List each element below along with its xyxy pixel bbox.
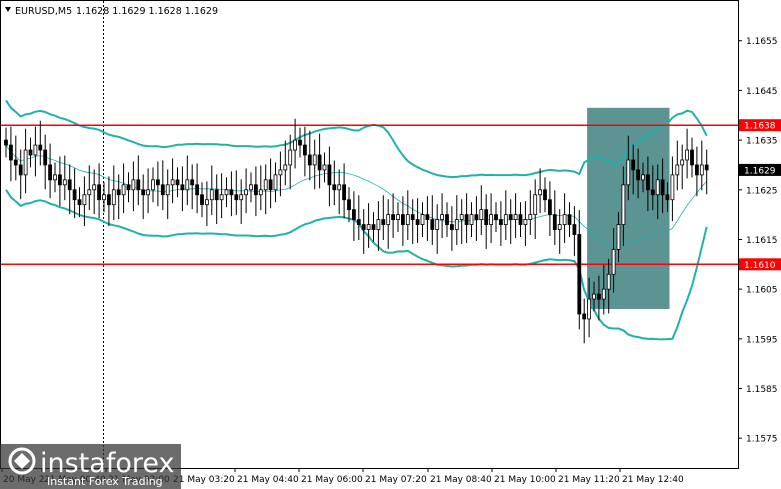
y-tick-label: 1.1625 xyxy=(746,186,778,196)
x-tick-label: 21 May 04:40 xyxy=(237,475,299,485)
x-tick-label: 21 May 12:40 xyxy=(622,475,684,485)
level-label-1: 1.1610 xyxy=(744,261,776,271)
price-chart[interactable]: 1.1638 1.1610 1.1655 1.1645 1.1635 1.1625 1.1… xyxy=(0,0,781,489)
level-label-0: 1.1638 xyxy=(744,122,776,132)
y-tick-label: 1.1615 xyxy=(746,236,778,246)
x-tick-label: 21 May 11:20 xyxy=(558,475,620,485)
instaforex-logo: instaforex Instant Forex Trading xyxy=(0,444,181,489)
ohlc-readout: 1.1628 1.1629 1.1628 1.1629 xyxy=(76,6,218,17)
x-tick-label: 21 May 07:20 xyxy=(365,475,427,485)
x-tick-label: 21 May 03:20 xyxy=(173,475,235,485)
chart-header: EURUSD,M5 1.1628 1.1629 1.1628 1.1629 xyxy=(5,6,218,17)
symbol-label: EURUSD,M5 xyxy=(15,6,72,17)
current-price-label: 1.1629 xyxy=(744,166,776,176)
y-tick-label: 1.1655 xyxy=(746,37,778,47)
y-tick-label: 1.1575 xyxy=(746,435,778,445)
y-tick-label: 1.1595 xyxy=(746,335,778,345)
logo-tagline: Instant Forex Trading xyxy=(47,475,163,488)
x-tick-label: 21 May 08:40 xyxy=(430,475,492,485)
x-tick-label: 21 May 06:00 xyxy=(301,475,363,485)
y-tick-label: 1.1645 xyxy=(746,87,778,97)
y-tick-label: 1.1635 xyxy=(746,137,778,147)
y-tick-label: 1.1585 xyxy=(746,385,778,395)
x-tick-label: 21 May 10:00 xyxy=(494,475,556,485)
y-tick-label: 1.1605 xyxy=(746,286,778,296)
